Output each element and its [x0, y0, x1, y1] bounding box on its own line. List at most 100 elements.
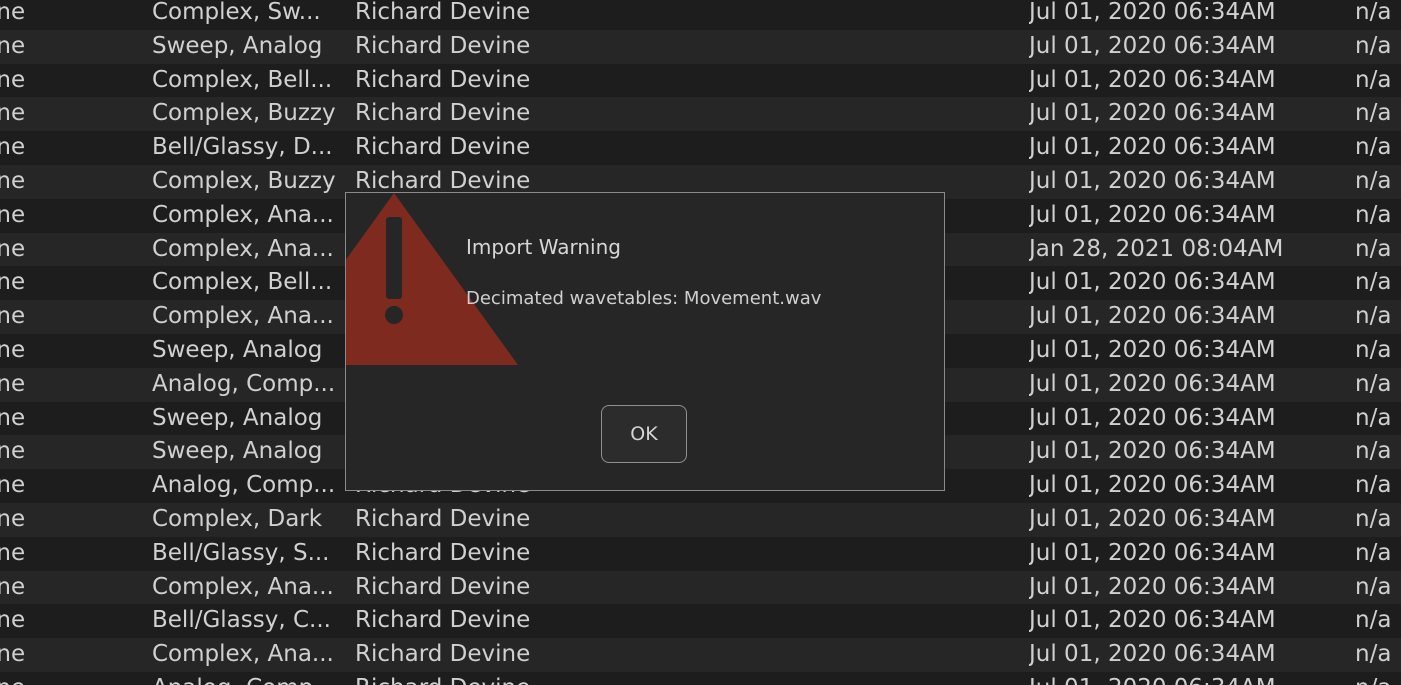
cell-name: ine: [0, 100, 26, 127]
cell-date: Jul 01, 2020 06:34AM: [1029, 472, 1276, 499]
cell-name: ine: [0, 641, 26, 668]
cell-name: ine: [0, 573, 26, 600]
cell-date: Jul 01, 2020 06:34AM: [1029, 336, 1276, 363]
cell-date: Jul 01, 2020 06:34AM: [1029, 505, 1276, 532]
dialog-message: Decimated wavetables: Movement.wav: [466, 288, 822, 309]
table-row[interactable]: ine Complex, Ana... Richard Devine Jul 01, …: [0, 570, 1401, 605]
cell-name: ine: [0, 0, 26, 25]
table-row[interactable]: ine Sweep, Analog Richard Devine Jul 01, 20…: [0, 29, 1401, 64]
cell-date: Jul 01, 2020 06:34AM: [1029, 404, 1276, 431]
cell-size: n/a: [1355, 336, 1392, 363]
cell-tags: Complex, Dark: [152, 505, 323, 532]
cell-size: n/a: [1355, 404, 1392, 431]
table-row[interactable]: ine Complex, Buzzy Richard Devine Jul 01, 2…: [0, 97, 1401, 132]
cell-name: ine: [0, 269, 26, 296]
cell-size: n/a: [1355, 100, 1392, 127]
cell-name: ine: [0, 370, 26, 397]
cell-size: n/a: [1355, 134, 1392, 161]
table-row[interactable]: ine Complex, Sw... Richard Devine Jul 01, 2…: [0, 0, 1401, 30]
cell-size: n/a: [1355, 438, 1392, 465]
cell-name: ine: [0, 472, 26, 499]
table-row[interactable]: ine Complex, Ana... Richard Devine Jul 01, …: [0, 638, 1401, 672]
cell-author: Richard Devine: [355, 641, 531, 668]
cell-size: n/a: [1355, 201, 1392, 228]
cell-tags: Complex, Ana...: [152, 235, 334, 262]
cell-date: Jul 01, 2020 06:34AM: [1029, 0, 1276, 25]
table-row[interactable]: ine Bell/Glassy, S... Richard Devine Jul 01…: [0, 536, 1401, 571]
cell-date: Jul 01, 2020 06:34AM: [1029, 641, 1276, 668]
cell-tags: Sweep, Analog: [152, 336, 323, 363]
cell-size: n/a: [1355, 672, 1401, 685]
cell-name: ine: [0, 404, 26, 431]
cell-size: n/a: [1355, 472, 1392, 499]
cell-name: ine: [0, 336, 26, 363]
table-row[interactable]: ine Bell/Glassy, C... Richard Devine Jul 01…: [0, 604, 1401, 639]
cell-tags: Sweep, Analog: [152, 438, 323, 465]
warning-triangle-icon: [346, 193, 518, 365]
ok-button[interactable]: OK: [601, 405, 687, 463]
cell-size: n/a: [1355, 32, 1392, 59]
cell-tags: Complex, Ana...: [152, 641, 334, 668]
import-warning-dialog: Import Warning Decimated wavetables: Mov…: [345, 192, 945, 491]
cell-size: n/a: [1355, 505, 1392, 532]
cell-size: n/a: [1355, 0, 1392, 25]
table-row[interactable]: ine Complex, Bell... Richard Devine Jul 01,…: [0, 63, 1401, 98]
cell-size: n/a: [1355, 66, 1392, 93]
cell-tags: Analog, Comp...: [152, 472, 336, 499]
cell-author: Richard Devine: [355, 539, 531, 566]
cell-tags: Complex, Sw...: [152, 0, 321, 25]
cell-name: ine: [0, 66, 26, 93]
cell-date: Jan 28, 2021 08:04AM: [1029, 235, 1284, 262]
cell-name: ine: [0, 539, 26, 566]
table-row[interactable]: ine Complex, Dark Richard Devine Jul 01, 20…: [0, 502, 1401, 537]
cell-tags: Complex, Bell...: [152, 66, 333, 93]
cell-date: Jul 01, 2020 06:34AM: [1029, 370, 1276, 397]
cell-date: Jul 01, 2020 06:34AM: [1029, 438, 1276, 465]
cell-size: n/a: [1355, 573, 1392, 600]
dialog-title: Import Warning: [466, 235, 621, 259]
cell-name: ine: [0, 134, 26, 161]
cell-tags: Sweep, Analog: [152, 32, 323, 59]
cell-author: Richard Devine: [355, 573, 531, 600]
cell-author: Richard Devine: [355, 672, 655, 685]
table-row[interactable]: ine Analog, Comp... Richard Devine Jul 01, …: [0, 671, 1401, 685]
cell-date: Jul 01, 2020 06:34AM: [1029, 672, 1319, 685]
cell-date: Jul 01, 2020 06:34AM: [1029, 66, 1276, 93]
cell-size: n/a: [1355, 167, 1392, 194]
cell-tags: Bell/Glassy, S...: [152, 539, 330, 566]
cell-size: n/a: [1355, 641, 1392, 668]
cell-name: ine: [0, 505, 26, 532]
cell-author: Richard Devine: [355, 607, 531, 634]
cell-tags: Complex, Buzzy: [152, 167, 336, 194]
cell-author: Richard Devine: [355, 66, 531, 93]
wavetable-browser-window: ine Complex, Sw... Richard Devine Jul 01, 2…: [0, 0, 1401, 685]
cell-date: Jul 01, 2020 06:34AM: [1029, 269, 1276, 296]
cell-name: ine: [0, 438, 26, 465]
cell-name: ine: [0, 235, 26, 262]
cell-tags: Complex, Ana...: [152, 303, 334, 330]
cell-size: n/a: [1355, 607, 1392, 634]
cell-author: Richard Devine: [355, 134, 531, 161]
cell-date: Jul 01, 2020 06:34AM: [1029, 303, 1276, 330]
cell-size: n/a: [1355, 539, 1392, 566]
cell-date: Jul 01, 2020 06:34AM: [1029, 201, 1276, 228]
cell-name: ine: [0, 607, 26, 634]
cell-tags: Sweep, Analog: [152, 404, 323, 431]
cell-name: ine: [0, 167, 26, 194]
cell-author: Richard Devine: [355, 0, 531, 25]
cell-size: n/a: [1355, 269, 1392, 296]
table-row[interactable]: ine Bell/Glassy, D... Richard Devine Jul 01…: [0, 131, 1401, 165]
cell-name: ine: [0, 672, 110, 685]
cell-tags: Complex, Ana...: [152, 201, 334, 228]
cell-size: n/a: [1355, 303, 1392, 330]
cell-name: ine: [0, 303, 26, 330]
cell-tags: Complex, Buzzy: [152, 100, 336, 127]
cell-tags: Bell/Glassy, C...: [152, 607, 331, 634]
cell-name: ine: [0, 201, 26, 228]
cell-tags: Bell/Glassy, D...: [152, 134, 333, 161]
cell-date: Jul 01, 2020 06:34AM: [1029, 100, 1276, 127]
cell-tags: Analog, Comp...: [152, 672, 342, 685]
cell-date: Jul 01, 2020 06:34AM: [1029, 573, 1276, 600]
cell-date: Jul 01, 2020 06:34AM: [1029, 539, 1276, 566]
cell-tags: Analog, Comp...: [152, 370, 336, 397]
